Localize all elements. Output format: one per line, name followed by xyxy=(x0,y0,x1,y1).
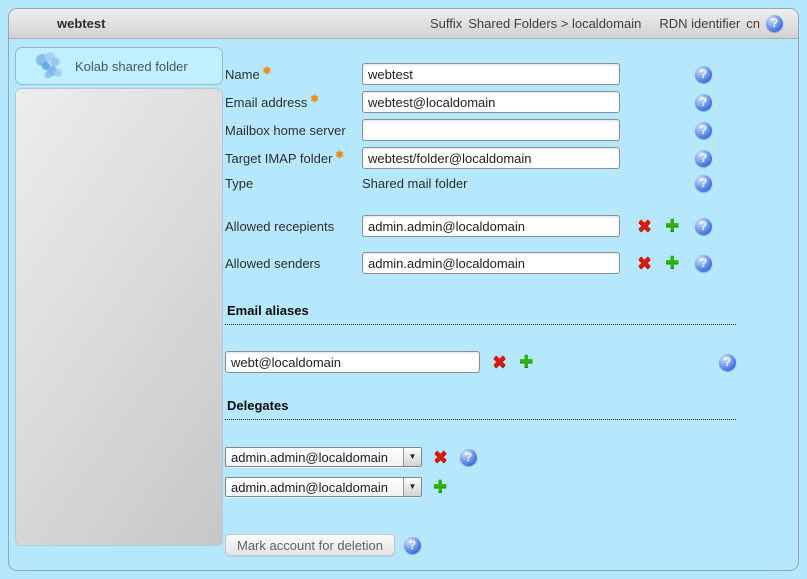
type-label: Type xyxy=(225,176,253,191)
field-row-type: Type Shared mail folder ? xyxy=(225,175,712,191)
target-imap-folder-input[interactable] xyxy=(362,147,620,169)
name-label: Name xyxy=(225,67,260,82)
mark-deletion-button[interactable]: Mark account for deletion xyxy=(225,534,395,556)
tab-label: Kolab shared folder xyxy=(75,59,188,74)
titlebar-info: Suffix Shared Folders > localdomain RDN … xyxy=(430,15,783,32)
remove-icon[interactable]: ✖ xyxy=(637,217,652,235)
window: webtest Suffix Shared Folders > localdom… xyxy=(8,8,799,571)
rdn-identifier-value: cn xyxy=(746,16,760,31)
field-row-mailbox-home-server: Mailbox home server ? xyxy=(225,119,712,141)
delegate-select-1[interactable]: admin.admin@localdomain ▼ xyxy=(225,447,422,467)
email-alias-input[interactable] xyxy=(225,351,480,373)
help-icon[interactable]: ? xyxy=(404,537,421,554)
help-icon[interactable]: ? xyxy=(695,218,712,235)
email-aliases-title: Email aliases xyxy=(225,303,736,325)
name-input[interactable] xyxy=(362,63,620,85)
target-imap-folder-label: Target IMAP folder xyxy=(225,151,332,166)
help-icon[interactable]: ? xyxy=(695,94,712,111)
help-icon[interactable]: ? xyxy=(695,122,712,139)
allowed-recipients-label: Allowed recepients xyxy=(225,219,334,234)
titlebar: webtest Suffix Shared Folders > localdom… xyxy=(9,9,798,39)
remove-icon[interactable]: ✖ xyxy=(433,448,448,466)
email-alias-row: ✖ ✚ ? xyxy=(225,351,736,373)
field-row-name: Name✱ ? xyxy=(225,63,712,85)
allowed-senders-label: Allowed senders xyxy=(225,256,320,271)
section-delegates: Delegates admin.admin@localdomain ▼ ✖ ? … xyxy=(225,398,736,497)
delegate-select-value: admin.admin@localdomain xyxy=(226,480,403,495)
delegate-select-2[interactable]: admin.admin@localdomain ▼ xyxy=(225,477,422,497)
add-icon[interactable]: ✚ xyxy=(665,254,679,272)
help-icon[interactable]: ? xyxy=(695,150,712,167)
allowed-senders-input[interactable] xyxy=(362,252,620,274)
field-row-email-address: Email address✱ ? xyxy=(225,91,712,113)
required-icon: ✱ xyxy=(335,150,343,161)
help-icon[interactable]: ? xyxy=(460,449,477,466)
type-value: Shared mail folder xyxy=(362,176,468,191)
suffix-label: Suffix xyxy=(430,16,462,31)
required-icon: ✱ xyxy=(263,66,271,77)
add-icon[interactable]: ✚ xyxy=(665,217,679,235)
actions-row: Mark account for deletion ? xyxy=(225,534,736,556)
delegate-select-value: admin.admin@localdomain xyxy=(226,450,403,465)
delegate-row: admin.admin@localdomain ▼ ✖ ? xyxy=(225,447,736,467)
sidebar-panel xyxy=(15,88,223,546)
required-icon: ✱ xyxy=(310,94,318,105)
field-row-target-imap-folder: Target IMAP folder✱ ? xyxy=(225,147,712,169)
tab-kolab-shared-folder[interactable]: Kolab shared folder xyxy=(15,47,223,85)
allowed-recipients-input[interactable] xyxy=(362,215,620,237)
chevron-down-icon: ▼ xyxy=(409,483,417,491)
add-icon[interactable]: ✚ xyxy=(433,478,447,496)
sidebar: Kolab shared folder xyxy=(15,47,223,546)
chevron-down-icon: ▼ xyxy=(409,453,417,461)
mailbox-home-server-label: Mailbox home server xyxy=(225,123,346,138)
form: Name✱ ? Email address✱ ? Mailbox home se… xyxy=(225,63,736,556)
kolab-folder-icon xyxy=(33,50,63,82)
email-address-input[interactable] xyxy=(362,91,620,113)
help-icon[interactable]: ? xyxy=(766,15,783,32)
suffix-value: Shared Folders > localdomain xyxy=(468,16,641,31)
remove-icon[interactable]: ✖ xyxy=(492,353,507,371)
delegates-title: Delegates xyxy=(225,398,736,420)
help-icon[interactable]: ? xyxy=(695,66,712,83)
section-email-aliases: Email aliases ✖ ✚ ? xyxy=(225,303,736,373)
delegate-row: admin.admin@localdomain ▼ ✚ xyxy=(225,477,736,497)
mailbox-home-server-input[interactable] xyxy=(362,119,620,141)
remove-icon[interactable]: ✖ xyxy=(637,254,652,272)
rdn-identifier-label: RDN identifier xyxy=(659,16,740,31)
help-icon[interactable]: ? xyxy=(695,255,712,272)
field-row-allowed-senders: Allowed senders ✖ ✚ ? xyxy=(225,252,712,274)
email-address-label: Email address xyxy=(225,95,307,110)
help-icon[interactable]: ? xyxy=(719,354,736,371)
page-title: webtest xyxy=(57,16,105,31)
add-icon[interactable]: ✚ xyxy=(519,353,533,371)
field-row-allowed-recipients: Allowed recepients ✖ ✚ ? xyxy=(225,215,712,237)
help-icon[interactable]: ? xyxy=(695,175,712,192)
